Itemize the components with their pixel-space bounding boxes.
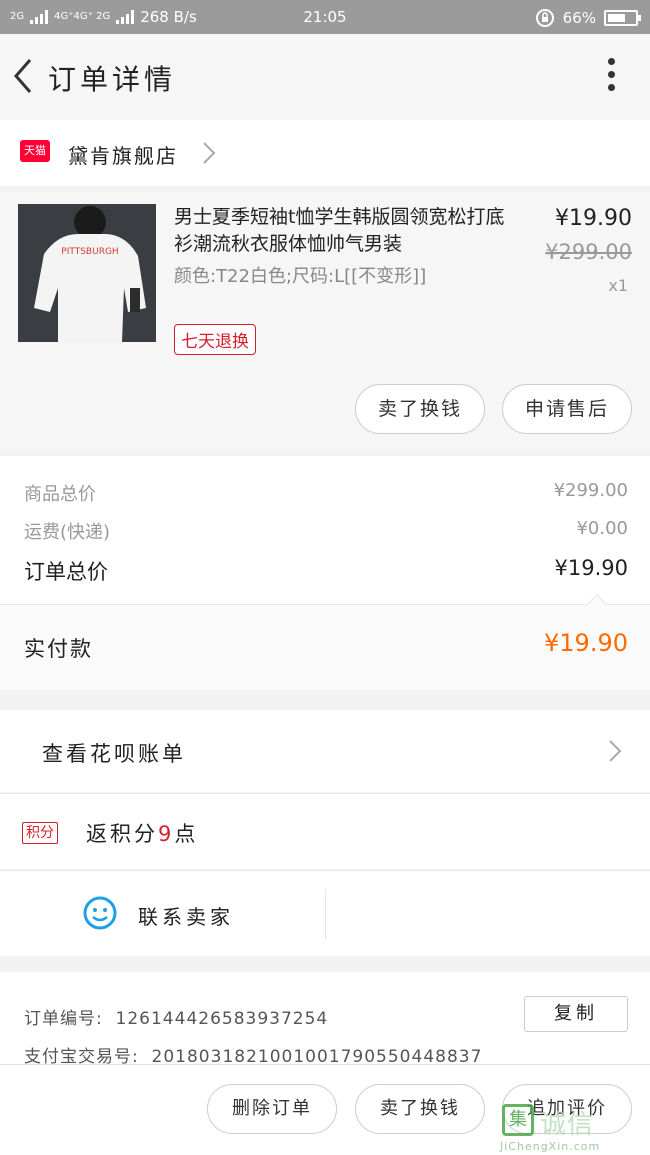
copy-button[interactable]: 复制 <box>524 996 628 1032</box>
product-spec: 颜色:T22白色;尺码:L[[不变形]] <box>174 266 427 287</box>
chevron-right-icon <box>609 740 622 762</box>
goods-total-row: 商品总价 ¥299.00 <box>24 480 628 506</box>
battery-level <box>608 14 626 22</box>
order-total-row: 订单总价 ¥19.90 <box>24 556 628 586</box>
order-info: 订单编号: 1261444265839372​54 支付宝交易号: 201803… <box>0 972 650 1067</box>
paid-row: 实付款 ¥19.90 <box>0 605 650 690</box>
product-image[interactable]: PITTSBURGH <box>18 204 156 342</box>
contact-seller-label: 联系卖家 <box>138 905 234 929</box>
seven-day-return-tag: 七天退换 <box>174 324 256 355</box>
shipping-label: 运费(快递) <box>24 522 111 543</box>
watermark-logo: 集 <box>502 1104 534 1136</box>
battery-icon <box>604 10 641 26</box>
summary-divider <box>0 604 650 605</box>
sell-for-cash-button[interactable]: 卖了换钱 <box>355 1084 485 1134</box>
rotation-lock-icon <box>535 9 554 27</box>
huabei-bill-row[interactable]: 查看花呗账单 <box>0 710 650 792</box>
shirt-print-text: PITTSBURGH <box>61 247 118 257</box>
product-item[interactable]: PITTSBURGH 男士夏季短袖t恤学生韩版圆领宽松打底衫潮流秋衣服体恤帅气男… <box>0 192 650 450</box>
order-number-label: 订单编号: <box>24 1009 103 1029</box>
delete-order-button[interactable]: 删除订单 <box>207 1084 337 1134</box>
product-price: ¥19.90 <box>555 206 632 231</box>
points-suffix: 点 <box>174 822 199 846</box>
paid-label: 实付款 <box>24 637 93 661</box>
contact-row: 联系卖家 <box>0 870 650 956</box>
points-badge: 积分 <box>22 822 58 844</box>
goods-total-value: ¥299.00 <box>553 480 628 501</box>
tmall-logo-icon: 天猫 <box>20 140 50 162</box>
chevron-right-icon <box>203 142 216 164</box>
points-row: 积分 返积分9点 <box>0 793 650 869</box>
app-header: 订单详情 <box>0 34 650 120</box>
contact-seller-button[interactable]: 联系卖家 <box>0 871 325 957</box>
watermark-en: JiChengXin.com <box>500 1140 601 1153</box>
chat-smile-icon <box>83 896 117 930</box>
product-quantity: x1 <box>608 276 628 295</box>
more-options-icon[interactable] <box>608 58 616 96</box>
watermark-cn: 诚信 <box>540 1110 595 1140</box>
shipping-row: 运费(快递) ¥0.00 <box>24 518 628 544</box>
back-arrow-icon[interactable] <box>10 56 38 96</box>
huabei-bill-label: 查看花呗账单 <box>42 742 186 766</box>
points-value: 9 <box>158 822 175 846</box>
paid-amount: ¥19.90 <box>544 629 628 657</box>
page-title: 订单详情 <box>48 63 177 96</box>
goods-total-label: 商品总价 <box>24 484 96 505</box>
contact-divider <box>325 889 326 939</box>
shipping-value: ¥0.00 <box>576 518 628 539</box>
order-total-value: ¥19.90 <box>554 556 628 580</box>
status-bar: 2G 4G⁺4G⁺ 2G 268 B/s 21:05 66% <box>0 0 650 34</box>
sell-button[interactable]: 卖了换钱 <box>355 384 485 434</box>
points-prefix: 返积分 <box>86 822 158 846</box>
store-name: 黛肯旗舰店 <box>68 144 178 168</box>
order-number: 1261444265839372​54 <box>115 1009 329 1029</box>
status-right: 66% <box>535 8 641 28</box>
battery-percent: 66% <box>562 9 596 27</box>
order-total-label: 订单总价 <box>24 560 108 584</box>
price-summary: 商品总价 ¥299.00 运费(快递) ¥0.00 订单总价 ¥19.90 实付… <box>0 456 650 690</box>
points-text: 返积分9点 <box>86 818 198 848</box>
product-title: 男士夏季短袖t恤学生韩版圆领宽松打底衫潮流秋衣服体恤帅气男装 <box>174 206 505 255</box>
product-original-price: ¥299.00 <box>545 240 632 264</box>
order-number-line: 订单编号: 1261444265839372​54 <box>24 1004 328 1029</box>
store-row[interactable]: 天猫 黛肯旗舰店 <box>0 120 650 186</box>
tshirt-photo: PITTSBURGH <box>18 204 156 342</box>
after-sale-button[interactable]: 申请售后 <box>502 384 632 434</box>
watermark: 集 诚信 JiChengXin.com <box>496 1098 646 1154</box>
